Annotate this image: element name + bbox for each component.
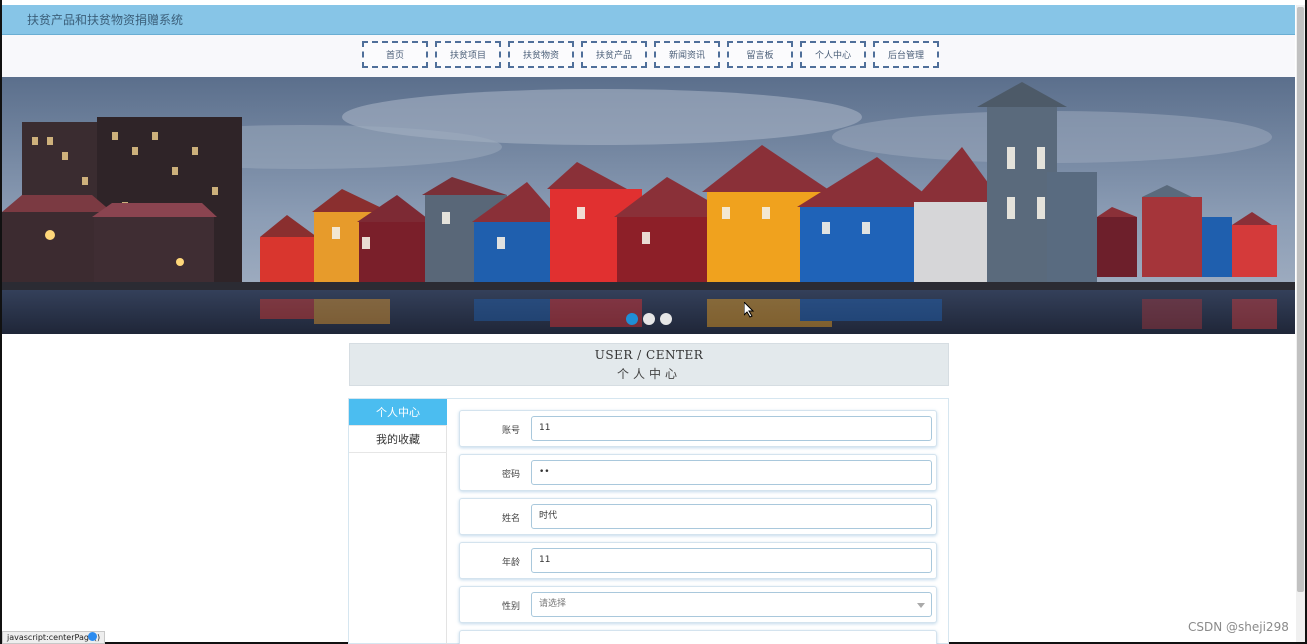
carousel-dot-3[interactable] — [660, 313, 672, 325]
account-input[interactable]: 11 — [531, 416, 932, 441]
section-header: USER / CENTER 个人中心 — [349, 343, 949, 386]
nav-item-news[interactable]: 新闻资讯 — [654, 41, 720, 68]
form-row-name: 姓名 时代 — [459, 498, 937, 535]
chevron-down-icon — [917, 603, 925, 608]
banner-image — [2, 77, 1295, 334]
gender-select[interactable]: 请选择 — [531, 592, 932, 617]
nav-item-products[interactable]: 扶贫产品 — [581, 41, 647, 68]
site-title: 扶贫产品和扶贫物资捐赠系统 — [27, 13, 184, 27]
carousel-dot-2[interactable] — [643, 313, 655, 325]
password-input[interactable]: •• — [531, 460, 932, 485]
form-row-account: 账号 11 — [459, 410, 937, 447]
user-center-panel: 个人中心 我的收藏 账号 11 密码 •• 姓名 时代 年龄 11 性别 请选择 — [348, 398, 949, 644]
main-navigation: 首页 扶贫项目 扶贫物资 扶贫产品 新闻资讯 留言板 个人中心 后台管理 — [2, 35, 1295, 77]
status-indicator-icon — [88, 632, 97, 641]
form-row-password: 密码 •• — [459, 454, 937, 491]
page-scrollbar[interactable] — [1296, 5, 1305, 642]
password-label: 密码 — [501, 470, 520, 480]
nav-item-admin[interactable]: 后台管理 — [873, 41, 939, 68]
form-row-gender: 性别 请选择 — [459, 586, 937, 623]
nav-item-user-center[interactable]: 个人中心 — [800, 41, 866, 68]
gender-label: 性别 — [501, 602, 520, 612]
profile-form: 账号 11 密码 •• 姓名 时代 年龄 11 性别 请选择 — [459, 410, 937, 644]
watermark: CSDN @sheji298 — [1188, 620, 1289, 634]
nav-item-supplies[interactable]: 扶贫物资 — [508, 41, 574, 68]
banner-carousel[interactable] — [2, 77, 1295, 334]
age-input[interactable]: 11 — [531, 548, 932, 573]
sidebar-item-user-center[interactable]: 个人中心 — [349, 399, 447, 426]
name-input[interactable]: 时代 — [531, 504, 932, 529]
section-title-en: USER / CENTER — [594, 348, 704, 362]
scrollbar-thumb[interactable] — [1297, 7, 1304, 592]
form-row-age: 年龄 11 — [459, 542, 937, 579]
nav-item-message-board[interactable]: 留言板 — [727, 41, 793, 68]
form-row-next — [459, 630, 937, 644]
carousel-dot-1[interactable] — [626, 313, 638, 325]
site-header: 扶贫产品和扶贫物资捐赠系统 — [2, 5, 1295, 35]
nav-item-home[interactable]: 首页 — [362, 41, 428, 68]
gender-select-placeholder: 请选择 — [539, 599, 567, 609]
nav-item-projects[interactable]: 扶贫项目 — [435, 41, 501, 68]
account-label: 账号 — [501, 426, 520, 436]
sidebar-item-favorites[interactable]: 我的收藏 — [349, 426, 447, 453]
mouse-pointer-icon — [744, 302, 755, 318]
sidebar-menu: 个人中心 我的收藏 — [349, 399, 447, 644]
age-label: 年龄 — [501, 558, 520, 568]
section-title-zh: 个人中心 — [616, 367, 681, 381]
name-label: 姓名 — [501, 514, 520, 524]
